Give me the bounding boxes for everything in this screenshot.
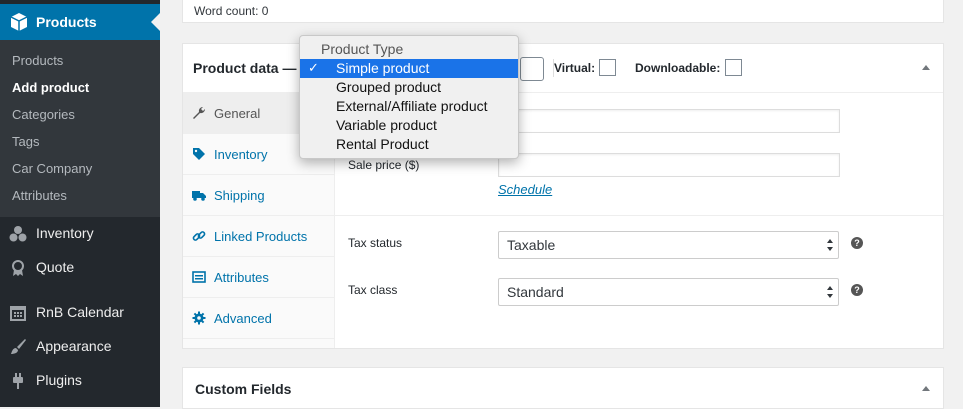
tax-status-value: Taxable [507, 237, 556, 253]
list-icon [192, 271, 206, 283]
product-data-header: Product data — Virtual: Downloadable: [183, 44, 943, 93]
main-content: Word count: 0 Product data — Virtual: Do… [160, 0, 963, 409]
menu-inventory-label: Inventory [36, 225, 94, 241]
downloadable-checkbox[interactable] [725, 59, 742, 76]
paintbrush-icon [11, 339, 26, 354]
tax-status-select[interactable]: Taxable [498, 231, 839, 259]
submenu-attributes[interactable]: Attributes [12, 188, 67, 203]
menu-plugins-label: Plugins [36, 372, 82, 388]
menu-plugins[interactable]: Plugins [0, 364, 160, 398]
wrench-icon [193, 106, 206, 119]
submenu-add-product[interactable]: Add product [12, 80, 89, 95]
tax-class-select[interactable]: Standard [498, 278, 839, 306]
virtual-label: Virtual: [554, 61, 596, 75]
option-label: Rental Product [336, 136, 429, 152]
submenu-car-company[interactable]: Car Company [12, 161, 92, 176]
option-label: Simple product [336, 60, 430, 76]
tax-class-value: Standard [507, 284, 564, 300]
collapse-toggle-icon[interactable] [922, 65, 930, 70]
help-icon[interactable]: ? [851, 237, 863, 249]
menu-inventory[interactable]: Inventory [0, 217, 160, 251]
option-simple-product[interactable]: ✓ Simple product [300, 59, 518, 78]
current-menu-arrow [151, 13, 160, 31]
tab-general-label: General [214, 106, 261, 121]
tab-attributes-label: Attributes [214, 270, 269, 285]
menu-rnb-calendar-label: RnB Calendar [36, 304, 124, 320]
tax-class-label: Tax class [348, 283, 398, 297]
updown-arrows-icon [827, 286, 833, 298]
menu-products-label: Products [36, 14, 97, 30]
downloadable-label: Downloadable: [635, 61, 721, 75]
tab-attributes[interactable]: Attributes [183, 257, 334, 298]
tab-shipping[interactable]: Shipping [183, 175, 334, 216]
products-icon [10, 13, 28, 31]
plug-icon [13, 373, 23, 389]
link-icon [192, 231, 206, 241]
section-divider [335, 215, 943, 216]
tag-icon [193, 148, 205, 160]
tab-linked-products-label: Linked Products [214, 229, 308, 244]
updown-arrows-icon [827, 239, 833, 251]
option-label: Variable product [336, 117, 437, 133]
option-external-affiliate-product[interactable]: External/Affiliate product [300, 97, 518, 116]
tab-advanced[interactable]: Advanced [183, 298, 334, 339]
virtual-checkbox[interactable] [599, 59, 616, 76]
option-grouped-product[interactable]: Grouped product [300, 78, 518, 97]
tab-shipping-label: Shipping [214, 188, 265, 203]
submenu-tags[interactable]: Tags [12, 134, 39, 149]
menu-rnb-calendar[interactable]: RnB Calendar [0, 296, 160, 330]
sale-price-input[interactable] [498, 153, 840, 177]
tab-inventory-label: Inventory [214, 147, 268, 162]
menu-appearance[interactable]: Appearance [0, 330, 160, 364]
truck-icon [192, 191, 206, 201]
custom-fields-box: Custom Fields [182, 367, 944, 409]
gear-icon [192, 311, 206, 325]
sale-price-label: Sale price ($) [348, 158, 420, 172]
schedule-link[interactable]: Schedule [498, 182, 552, 197]
help-icon[interactable]: ? [851, 284, 863, 296]
product-data-box: Product data — Virtual: Downloadable: Ge… [182, 43, 944, 349]
option-label: External/Affiliate product [336, 98, 488, 114]
menu-products[interactable]: Products [0, 4, 160, 40]
menu-appearance-label: Appearance [36, 338, 112, 354]
products-submenu: Products Add product Categories Tags Car… [0, 40, 160, 217]
custom-fields-title: Custom Fields [195, 381, 292, 397]
menu-quote[interactable]: Quote [0, 251, 160, 285]
option-rental-product[interactable]: Rental Product [300, 135, 518, 154]
tax-status-label: Tax status [348, 236, 403, 250]
word-count-bar: Word count: 0 [182, 0, 944, 23]
inventory-icon [9, 226, 27, 242]
product-data-title: Product data — [193, 60, 297, 76]
regular-price-input[interactable] [498, 109, 840, 133]
menu-quote-label: Quote [36, 259, 75, 275]
product-type-select[interactable] [520, 57, 544, 81]
word-count: Word count: 0 [194, 4, 269, 18]
submenu-products[interactable]: Products [12, 53, 63, 68]
dropdown-group-header: Product Type [321, 41, 404, 57]
admin-sidebar: Products Products Add product Categories… [0, 0, 160, 407]
option-label: Grouped product [336, 79, 442, 95]
submenu-categories[interactable]: Categories [12, 107, 75, 122]
collapse-toggle-icon[interactable] [922, 386, 930, 391]
award-icon [12, 260, 24, 276]
product-type-dropdown: Product Type ✓ Simple product Grouped pr… [299, 35, 519, 159]
tab-linked-products[interactable]: Linked Products [183, 216, 334, 257]
option-variable-product[interactable]: Variable product [300, 116, 518, 135]
calendar-icon [10, 306, 26, 321]
tab-advanced-label: Advanced [214, 311, 272, 326]
checkmark-icon: ✓ [308, 60, 319, 75]
